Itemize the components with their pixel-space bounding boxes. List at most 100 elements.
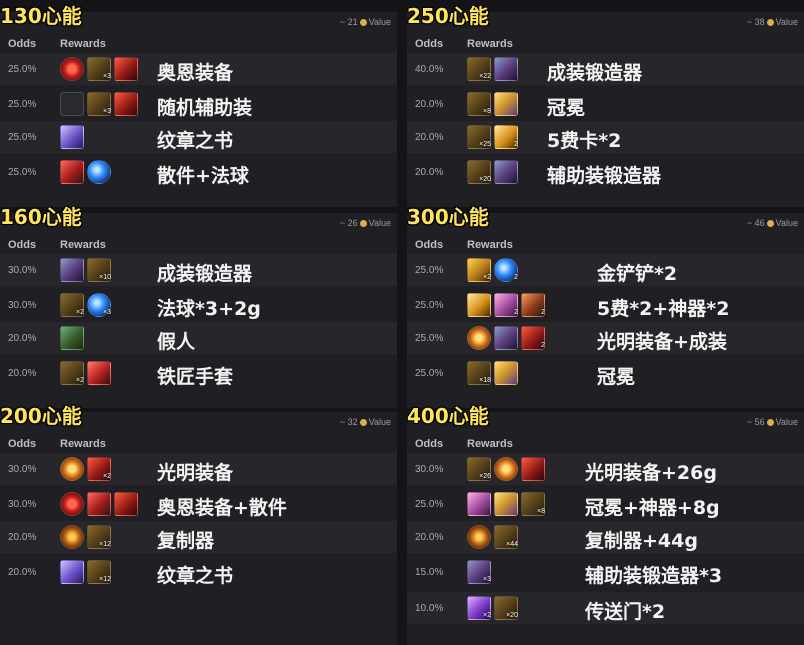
coin-icon xyxy=(359,220,367,228)
icon-count: ×3 xyxy=(103,108,111,115)
orb-red-icon xyxy=(60,57,84,81)
chest-icon: ×10 xyxy=(87,258,111,282)
icon-count: ×20 xyxy=(506,612,518,619)
reward-icons xyxy=(60,125,84,149)
value-label: Value xyxy=(775,417,798,427)
chest-icon: ×2 xyxy=(60,293,84,317)
panel-value: ~ 32 Value xyxy=(340,417,391,427)
odds-value: 20.0% xyxy=(8,532,37,543)
anvil-blue-icon xyxy=(494,326,518,350)
reward-row: 25.0% ×2 2 金铲铲*2 xyxy=(407,254,804,286)
icon-count: ×10 xyxy=(99,274,111,281)
odds-value: 40.0% xyxy=(415,64,444,75)
reward-name: 成装锻造器 xyxy=(157,263,253,285)
tier-title: 200心能 xyxy=(0,404,82,428)
reward-row: 20.0% ×12 纹章之书 xyxy=(0,556,397,588)
reward-name: 复制器+44g xyxy=(585,530,698,552)
anvil-red-icon xyxy=(521,457,545,481)
reward-icons xyxy=(60,492,138,516)
value-label: Value xyxy=(368,218,391,228)
reward-icons: ×2 2 xyxy=(467,258,518,282)
book-icon xyxy=(60,560,84,584)
odds-value: 25.0% xyxy=(8,132,37,143)
odds-value: 20.0% xyxy=(8,368,37,379)
scarf-icon xyxy=(60,160,84,184)
odds-value: 25.0% xyxy=(8,167,37,178)
odds-value: 25.0% xyxy=(8,64,37,75)
orb-gold-icon xyxy=(467,326,491,350)
pill-icon xyxy=(60,92,84,116)
icon-count: ×2 xyxy=(103,473,111,480)
reward-icons: ×12 xyxy=(60,560,111,584)
panel-value: ~ 21 Value xyxy=(340,17,391,27)
anvil-blue-icon xyxy=(494,160,518,184)
reward-icons: ×44 xyxy=(467,525,518,549)
dummy-icon xyxy=(60,326,84,350)
icon-count: ×18 xyxy=(479,377,491,384)
icon-count: ×3 xyxy=(483,576,491,583)
coin-icon xyxy=(766,419,774,427)
reward-panel: 200心能 ~ 32 Value Odds Rewards 30.0% ×2 光明装备 30.0… xyxy=(0,404,397,645)
reward-icons: ×8 xyxy=(467,92,518,116)
reward-row: 40.0% ×22 成装锻造器 xyxy=(407,53,804,85)
reward-name: 奥恩装备+散件 xyxy=(157,497,287,519)
chest-icon: ×2 xyxy=(60,361,84,385)
rewards-header: Rewards xyxy=(60,438,106,450)
reward-icons: ×26 xyxy=(467,457,545,481)
icon-count: ×44 xyxy=(506,541,518,548)
odds-value: 20.0% xyxy=(415,532,444,543)
coin-icon xyxy=(359,19,367,27)
reward-icons xyxy=(60,326,84,350)
anvil-blue-icon xyxy=(494,57,518,81)
reward-name: 冠冕+神器+8g xyxy=(585,497,720,519)
reward-row: 25.0% ×18 冠冕 xyxy=(407,357,804,389)
book-icon xyxy=(60,125,84,149)
chest-icon: ×8 xyxy=(521,492,545,516)
reward-row: 20.0% ×20 辅助装锻造器 xyxy=(407,156,804,188)
chest-icon: ×3 xyxy=(87,57,111,81)
odds-value: 25.0% xyxy=(415,300,444,311)
tier-title: 400心能 xyxy=(407,404,489,428)
coin-icon xyxy=(766,19,774,27)
reward-row: 25.0% ×3 随机辅助装 xyxy=(0,88,397,120)
value-label: Value xyxy=(775,17,798,27)
reward-name: 5费*2+神器*2 xyxy=(597,298,730,320)
icon-count: ×20 xyxy=(479,176,491,183)
orb-gold-icon xyxy=(60,457,84,481)
icon-count: 2 xyxy=(514,274,518,281)
card5-icon: 2 xyxy=(494,125,518,149)
odds-value: 20.0% xyxy=(415,132,444,143)
tier-title: 250心能 xyxy=(407,4,489,28)
panel-value: ~ 26 Value xyxy=(340,218,391,228)
odds-value: 30.0% xyxy=(8,265,37,276)
reward-row: 20.0% ×8 冠冕 xyxy=(407,88,804,120)
gauntlet-icon xyxy=(87,361,111,385)
icon-count: ×2 xyxy=(76,309,84,316)
anvil-blue-icon xyxy=(60,258,84,282)
chest-icon: ×3 xyxy=(87,92,111,116)
shovel-icon: ×2 xyxy=(467,258,491,282)
crown-icon xyxy=(494,92,518,116)
orb-blue-icon xyxy=(87,160,111,184)
odds-value: 25.0% xyxy=(415,499,444,510)
reward-icons: ×3 xyxy=(60,57,138,81)
reward-row: 30.0% ×2 ×3 法球*3+2g xyxy=(0,289,397,321)
icon-count: ×3 xyxy=(103,309,111,316)
reward-row: 25.0% 纹章之书 xyxy=(0,121,397,153)
chest-icon: ×26 xyxy=(467,457,491,481)
chest-icon: ×8 xyxy=(467,92,491,116)
reward-name: 假人 xyxy=(157,331,196,353)
reward-row: 20.0% 假人 xyxy=(0,322,397,354)
reward-name: 纹章之书 xyxy=(157,565,234,587)
value-amount: ~ 26 xyxy=(339,218,358,228)
reward-icons: ×3 xyxy=(467,560,491,584)
reward-name: 复制器 xyxy=(157,530,215,552)
reward-row: 20.0% ×44 复制器+44g xyxy=(407,521,804,553)
icon-count: ×8 xyxy=(483,108,491,115)
value-amount: ~ 21 xyxy=(339,17,358,27)
reward-row: 25.0% 散件+法球 xyxy=(0,156,397,188)
reward-row: 25.0% ×8 冠冕+神器+8g xyxy=(407,488,804,520)
orb-copper-icon xyxy=(467,525,491,549)
icon-count: ×12 xyxy=(99,541,111,548)
chest-icon: ×20 xyxy=(494,596,518,620)
